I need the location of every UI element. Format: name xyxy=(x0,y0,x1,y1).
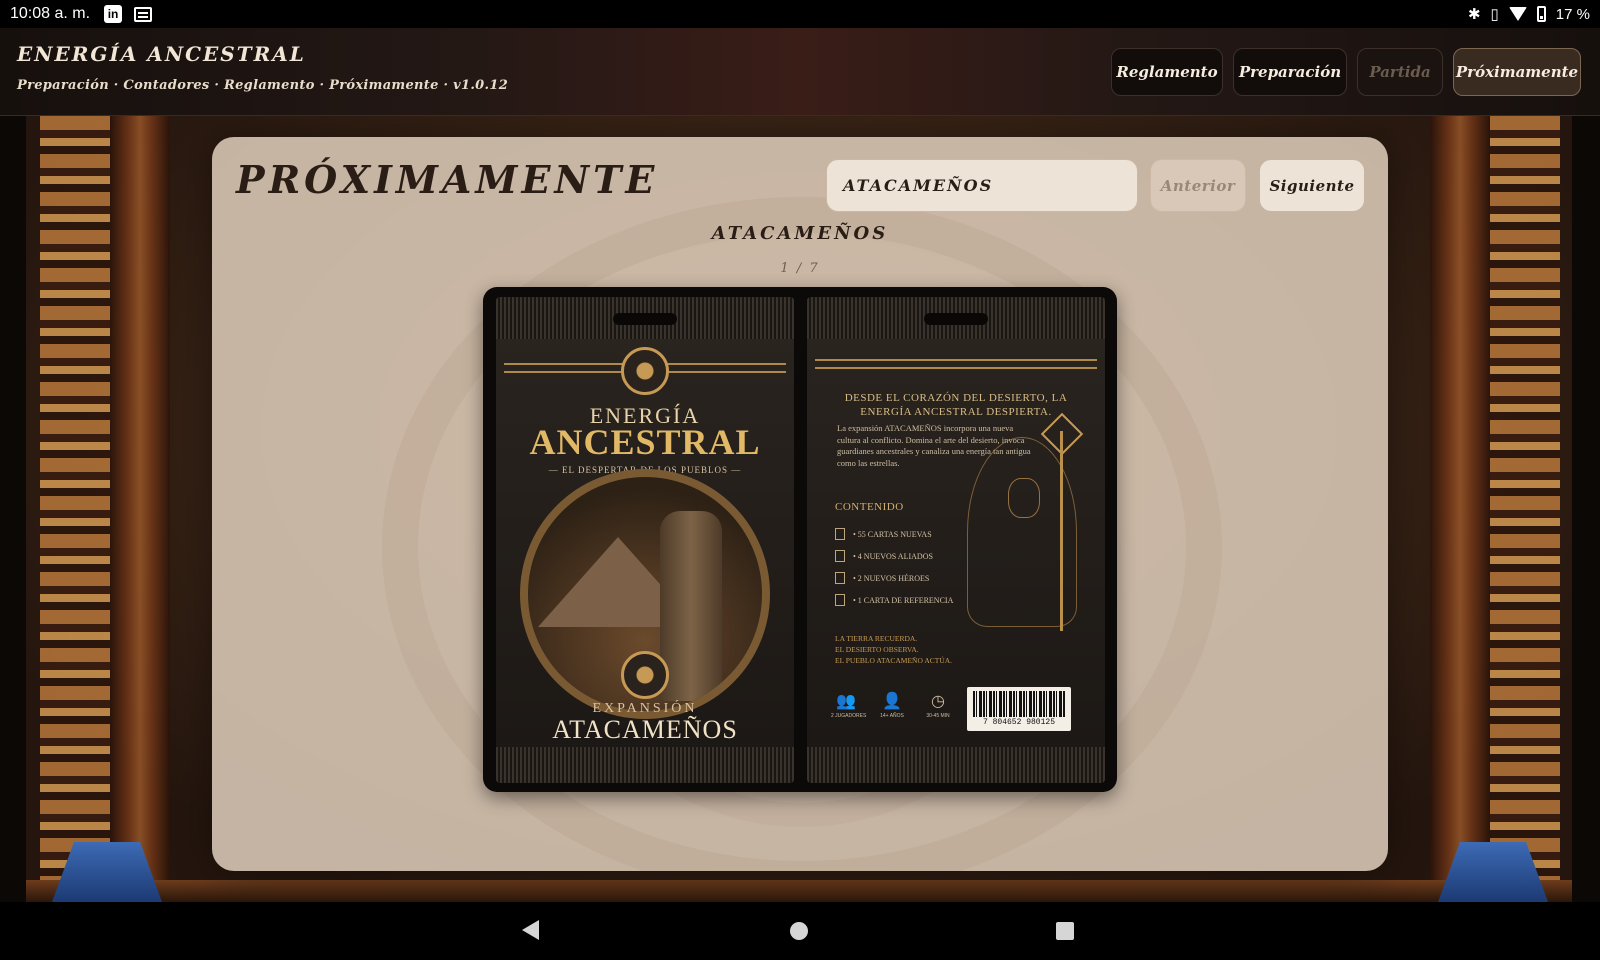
nav-proximamente-button[interactable]: Próximamente xyxy=(1453,48,1581,96)
bottom-border-band xyxy=(26,880,1572,902)
reference-card-icon xyxy=(835,594,845,606)
linkedin-icon: in xyxy=(104,5,123,23)
right-inner-border xyxy=(1430,116,1490,902)
status-bar: 10:08 a. m. in ✱ ▯ 17 % xyxy=(0,0,1600,28)
status-time: 10:08 a. m. xyxy=(10,5,91,22)
barcode-number: 7 804652 980125 xyxy=(982,718,1055,727)
next-button[interactable]: Siguiente xyxy=(1259,159,1365,212)
right-border-pattern xyxy=(1490,116,1560,902)
card-icon xyxy=(835,528,845,540)
barcode-bars xyxy=(973,691,1065,717)
sun-emblem-icon xyxy=(621,347,669,395)
players-info: 👥 2 JUGADORES xyxy=(831,693,867,719)
battery-icon xyxy=(1536,6,1546,22)
system-navigation-bar xyxy=(0,902,1600,960)
pack-brand-line2: ANCESTRAL xyxy=(529,422,761,462)
app-subtitle: Preparación · Contadores · Reglamento · … xyxy=(17,78,509,93)
back-headline: DESDE EL CORAZÓN DEL DESIERTO, LA ENERGÍ… xyxy=(844,392,1068,418)
pack-bottom-crimp xyxy=(496,747,794,783)
recent-apps-icon[interactable] xyxy=(1056,922,1074,940)
pack-hang-hole xyxy=(613,313,677,325)
age-icon: 👤 xyxy=(882,693,902,710)
nav-partida-button[interactable]: Partida xyxy=(1357,48,1443,96)
app-title: ENERGÍA ANCESTRAL xyxy=(17,42,306,66)
nav-reglamento-button[interactable]: Reglamento xyxy=(1111,48,1223,96)
stone-statue-illustration xyxy=(660,511,722,701)
barcode: 7 804652 980125 xyxy=(967,687,1071,731)
expansion-product-image: ENERGÍA ANCESTRAL — EL DESPERTAR DE LOS … xyxy=(483,287,1117,792)
app-header: ENERGÍA ANCESTRAL Preparación · Contador… xyxy=(0,28,1600,116)
expansion-select[interactable]: ATACAMEÑOS xyxy=(826,159,1138,212)
decorative-frame: PRÓXIMAMENTE ATACAMEÑOS Anterior Siguien… xyxy=(0,116,1600,902)
booster-pack-front: ENERGÍA ANCESTRAL — EL DESPERTAR DE LOS … xyxy=(496,297,794,783)
home-icon[interactable] xyxy=(790,922,808,940)
booster-pack-back: DESDE EL CORAZÓN DEL DESIERTO, LA ENERGÍ… xyxy=(807,297,1105,783)
coming-soon-panel: PRÓXIMAMENTE ATACAMEÑOS Anterior Siguien… xyxy=(212,137,1388,871)
game-info-icons: 👥 2 JUGADORES 👤 14+ AÑOS ◷ 30-45 MIN xyxy=(831,691,953,719)
page-counter: 1 / 7 xyxy=(780,261,820,276)
hero-icon xyxy=(835,572,845,584)
pack-expansion-name: ATACAMEÑOS xyxy=(552,715,738,744)
vibrate-icon: ▯ xyxy=(1490,6,1499,23)
clock-icon: ◷ xyxy=(931,693,945,710)
staff-illustration xyxy=(1060,431,1063,631)
allies-icon xyxy=(835,550,845,562)
back-icon[interactable] xyxy=(522,920,539,940)
left-border-pattern xyxy=(40,116,110,902)
page-title: PRÓXIMAMENTE xyxy=(236,157,659,202)
expansion-heading: ATACAMEÑOS xyxy=(711,223,889,244)
news-icon xyxy=(134,6,153,22)
duration-info: ◷ 30-45 MIN xyxy=(923,691,953,719)
previous-button[interactable]: Anterior xyxy=(1150,159,1246,212)
battery-percent: 17 % xyxy=(1555,5,1590,23)
lower-sun-emblem-icon xyxy=(621,651,669,699)
players-icon: 👥 xyxy=(836,693,856,710)
age-info: 👤 14+ AÑOS xyxy=(877,691,907,719)
pack-hang-hole xyxy=(924,313,988,325)
bluetooth-icon: ✱ xyxy=(1467,6,1481,23)
gold-ornament-band xyxy=(815,359,1097,369)
nav-preparacion-button[interactable]: Preparación xyxy=(1233,48,1347,96)
pack-bottom-crimp xyxy=(807,747,1105,783)
left-inner-border xyxy=(110,116,170,902)
wifi-icon xyxy=(1508,7,1527,21)
contents-title: CONTENIDO xyxy=(835,501,904,513)
back-quote: LA TIERRA RECUERDA. EL DESIERTO OBSERVA.… xyxy=(835,634,953,665)
